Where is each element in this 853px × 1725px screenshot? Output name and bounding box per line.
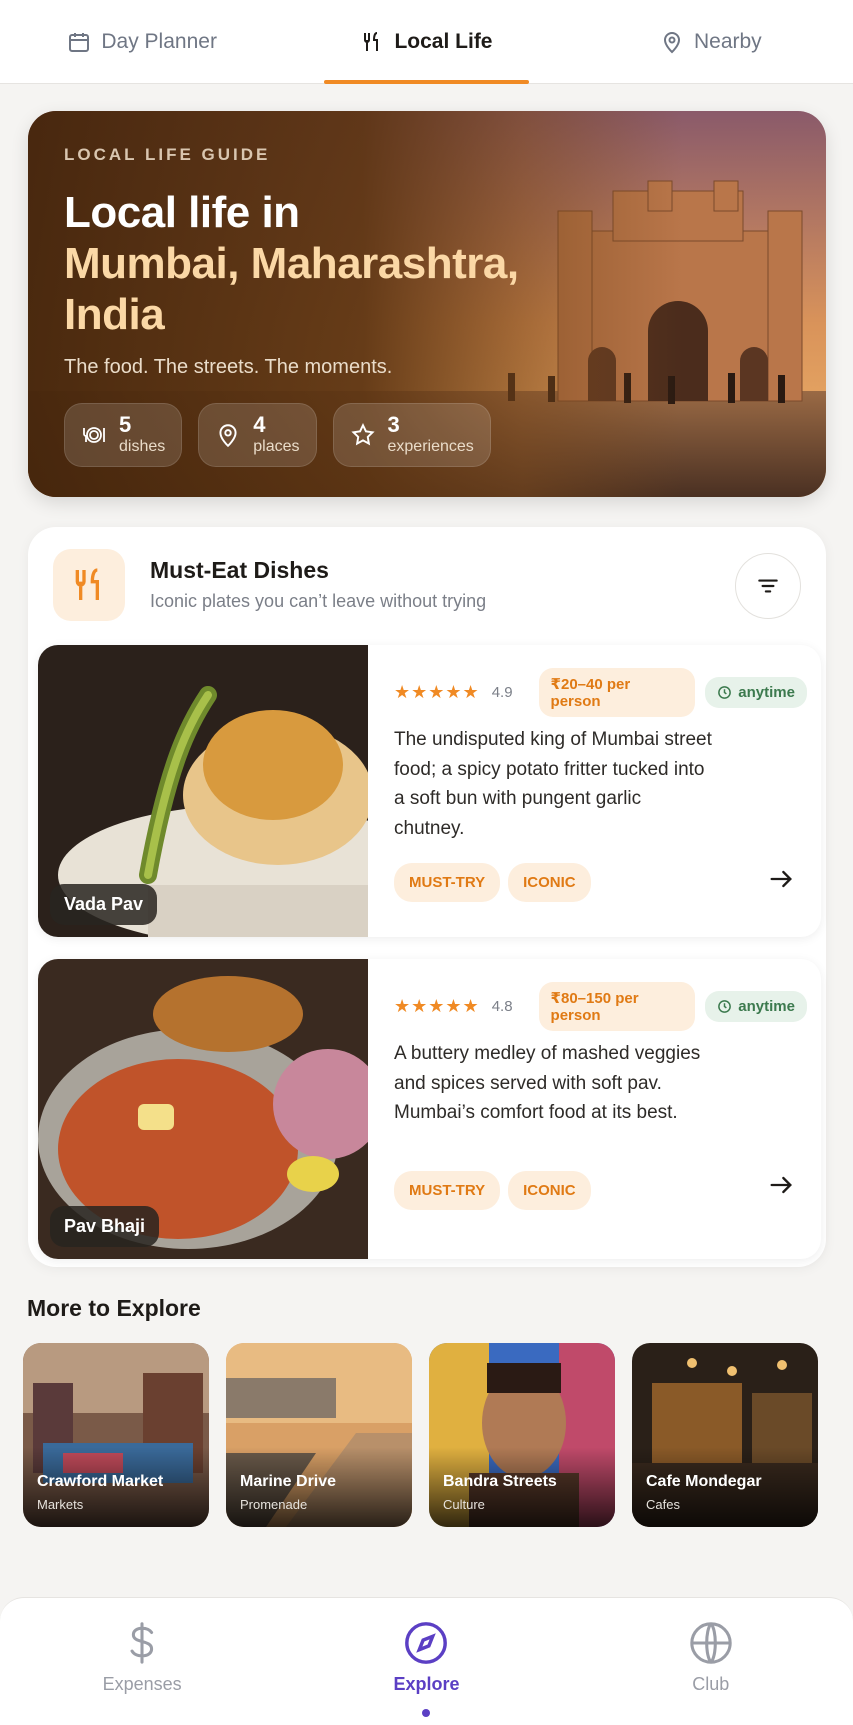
explore-card-category: Markets (37, 1497, 84, 1512)
dish-card-pav-bhaji[interactable]: Pav Bhaji ★★★★★ 4.8 ₹80–150 per person a… (38, 959, 821, 1259)
dish-tags: MUST-TRY ICONIC (394, 1171, 591, 1210)
nav-expenses[interactable]: Expenses (0, 1598, 284, 1725)
nav-explore[interactable]: Explore (284, 1598, 568, 1725)
stat-dishes[interactable]: 5 dishes (64, 403, 183, 467)
dish-card-vada-pav[interactable]: Vada Pav ★★★★★ 4.9 ₹20–40 per person any… (38, 645, 821, 937)
stat-experiences[interactable]: 3 experiences (332, 403, 491, 467)
explore-card-category: Culture (443, 1497, 485, 1512)
price-badge: ₹20–40 per person (538, 667, 696, 717)
tag: MUST-TRY (394, 1171, 501, 1210)
utensils-icon (75, 568, 99, 600)
hero-text: LOCAL LIFE GUIDE Local life in Mumbai, M… (64, 145, 584, 379)
clock-icon (718, 999, 732, 1013)
dish-description: A buttery medley of mashed veggies and s… (394, 1043, 701, 1123)
section-icon (53, 549, 125, 621)
stat-label: places (253, 438, 300, 455)
rating-stars: ★★★★★ (394, 995, 480, 1016)
star-icon (350, 423, 375, 446)
stat-number: 4 (253, 412, 266, 437)
explore-card-crawford-market[interactable]: Crawford Market Markets (23, 1343, 209, 1527)
dish-details: ★★★★★ 4.8 ₹80–150 per person anytime A b… (394, 981, 807, 1128)
more-to-explore-title: More to Explore (27, 1295, 201, 1321)
stat-places[interactable]: 4 places (198, 403, 317, 467)
hero-title-line-1: Local life in (64, 188, 300, 237)
stat-number: 5 (119, 412, 132, 437)
time-badge: anytime (705, 676, 807, 708)
dish-meta: ★★★★★ 4.9 ₹20–40 per person anytime (394, 667, 807, 717)
explore-card-cafe-mondegar[interactable]: Cafe Mondegar Cafes (632, 1343, 818, 1527)
tab-label: Nearby (693, 29, 762, 53)
dish-description: The undisputed king of Mumbai street foo… (394, 729, 712, 839)
dish-tags: MUST-TRY ICONIC (394, 863, 591, 902)
utensils-icon (364, 31, 379, 51)
explore-card-name: Marine Drive (240, 1473, 337, 1490)
time-label: anytime (738, 683, 795, 701)
time-badge: anytime (705, 990, 807, 1022)
dish-name: Pav Bhaji (50, 1206, 160, 1247)
explore-card-name: Crawford Market (37, 1473, 164, 1490)
dollar-icon (130, 1622, 154, 1664)
hero-subtitle: The food. The streets. The moments. (64, 356, 393, 378)
explore-card-category: Cafes (646, 1497, 680, 1512)
arrow-right-icon[interactable] (767, 865, 795, 893)
globe-icon (690, 1622, 732, 1664)
rating-value: 4.9 (491, 683, 513, 701)
rating-stars: ★★★★★ (394, 681, 480, 702)
tab-day-planner[interactable]: Day Planner (0, 0, 284, 83)
stat-label: dishes (119, 438, 166, 455)
stat-label: experiences (387, 438, 474, 455)
active-tab-indicator (324, 80, 529, 84)
nav-label: Club (692, 1674, 730, 1694)
section-header: Must-Eat Dishes Iconic plates you can’t … (53, 549, 801, 623)
hero-title-line-2: Mumbai, Maharashtra, (64, 239, 519, 288)
hero-title-line-3: India (64, 290, 165, 339)
tag: MUST-TRY (394, 863, 501, 902)
tag: ICONIC (508, 1171, 591, 1210)
compass-icon (405, 1622, 448, 1664)
section-title: Must-Eat Dishes (150, 557, 329, 583)
hero-title: Local life in Mumbai, Maharashtra, India (64, 187, 584, 340)
tab-label: Day Planner (101, 29, 217, 53)
plate-icon (83, 427, 105, 443)
explore-card-marine-drive[interactable]: Marine Drive Promenade (226, 1343, 412, 1527)
explore-card-category: Promenade (240, 1497, 308, 1512)
bottom-navigation: Expenses Explore Club (0, 1597, 853, 1725)
map-pin-icon (219, 424, 237, 448)
tab-local-life[interactable]: Local Life (284, 0, 568, 84)
active-nav-indicator (422, 1709, 431, 1717)
top-tab-bar: Day Planner Local Life Nearby (0, 0, 853, 84)
hero-kicker: LOCAL LIFE GUIDE (64, 145, 271, 164)
tag: ICONIC (508, 863, 591, 902)
stat-number: 3 (387, 412, 400, 437)
price-badge: ₹80–150 per person (538, 981, 696, 1031)
nav-club[interactable]: Club (569, 1598, 853, 1725)
time-label: anytime (738, 997, 795, 1015)
map-pin-icon (663, 31, 680, 53)
dish-name: Vada Pav (50, 884, 158, 925)
arrow-right-icon[interactable] (767, 1171, 795, 1199)
hero-banner: LOCAL LIFE GUIDE Local life in Mumbai, M… (28, 111, 826, 497)
explore-card-bandra-streets[interactable]: Bandra Streets Culture (429, 1343, 615, 1527)
filter-button[interactable] (735, 553, 801, 619)
dish-image: Pav Bhaji (38, 959, 368, 1259)
explore-card-name: Bandra Streets (443, 1473, 557, 1490)
rating-value: 4.8 (491, 997, 513, 1015)
dish-meta: ★★★★★ 4.8 ₹80–150 per person anytime (394, 981, 807, 1031)
filter-icon (758, 579, 778, 593)
dish-details: ★★★★★ 4.9 ₹20–40 per person anytime The … (394, 667, 807, 843)
tab-nearby[interactable]: Nearby (569, 0, 853, 83)
explore-carousel: Crawford Market Markets Marine Drive Pro… (23, 1343, 818, 1527)
nav-label: Expenses (102, 1674, 182, 1694)
hero-stats: 5 dishes 4 places 3 experiences (64, 403, 491, 467)
dish-image: Vada Pav (38, 645, 368, 937)
must-eat-section: Must-Eat Dishes Iconic plates you can’t … (28, 527, 826, 1267)
calendar-icon (69, 32, 90, 52)
tab-label: Local Life (394, 29, 493, 53)
nav-label: Explore (393, 1674, 460, 1694)
explore-card-name: Cafe Mondegar (646, 1473, 762, 1490)
section-subtitle: Iconic plates you can’t leave without tr… (150, 591, 487, 611)
clock-icon (718, 685, 732, 699)
